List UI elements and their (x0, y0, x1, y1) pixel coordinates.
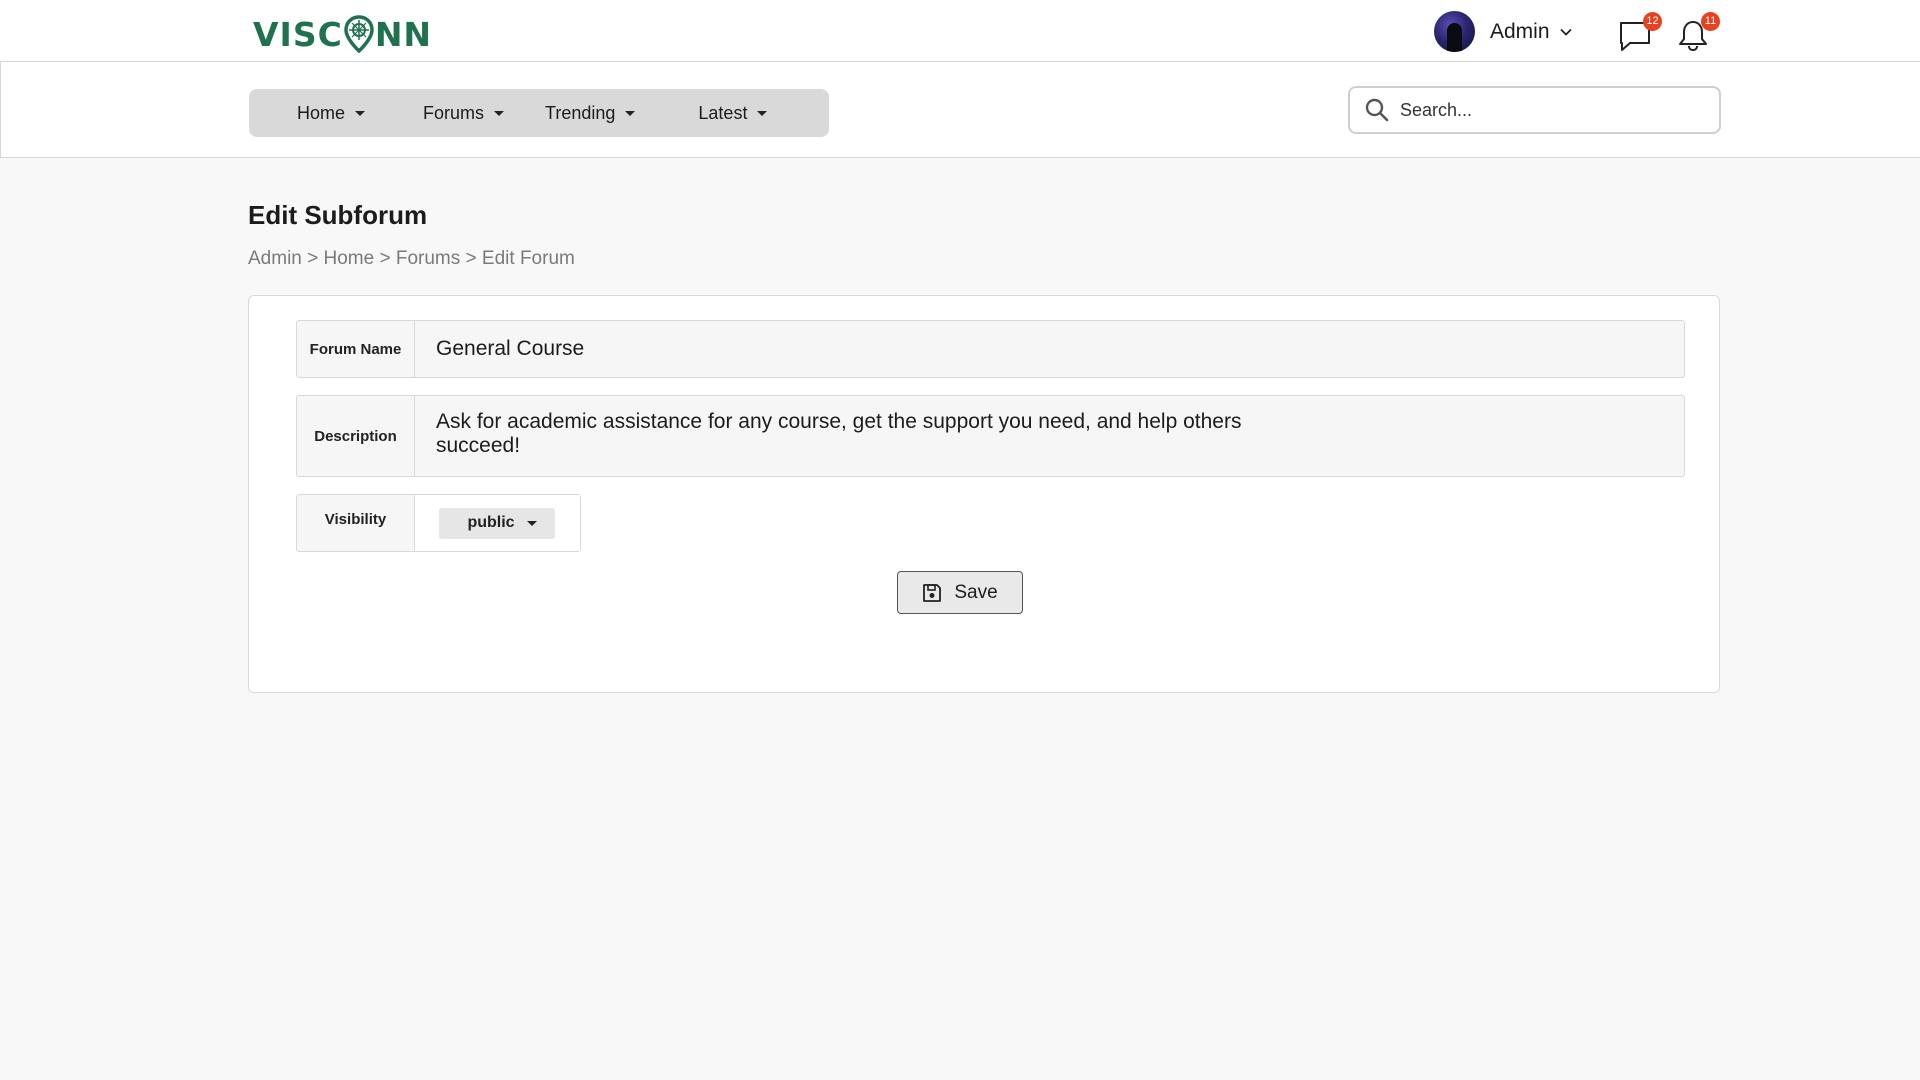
caret-down-icon (526, 520, 537, 526)
messages-badge: 12 (1643, 12, 1662, 31)
nav-item-label: Latest (698, 102, 748, 123)
breadcrumb-separator: > (460, 248, 482, 269)
description-label: Description (297, 396, 415, 476)
nav-item-forums[interactable]: Forums (423, 102, 505, 124)
search-icon (1365, 98, 1389, 122)
notifications-badge: 11 (1701, 12, 1720, 31)
location-pin-icon (344, 15, 374, 54)
main-nav: Home Forums Trending Latest (249, 89, 829, 137)
search-input[interactable] (1400, 99, 1700, 121)
nav-item-latest[interactable]: Latest (698, 102, 768, 124)
nav-item-label: Home (297, 102, 346, 123)
description-row: Description Ask for academic assistance … (296, 395, 1685, 477)
app-logo[interactable]: VISC NN (253, 14, 432, 54)
caret-down-icon (494, 110, 505, 116)
nav-item-home[interactable]: Home (297, 102, 366, 124)
nav-band: Home Forums Trending Latest (0, 62, 1920, 158)
visibility-selected-value: public (467, 514, 515, 531)
logo-text-left: VISC (253, 14, 343, 54)
page-title: Edit Subforum (248, 200, 428, 230)
breadcrumb-separator: > (301, 248, 324, 269)
top-header: VISC NN Admin 12 11 (0, 0, 1920, 62)
visibility-row: Visibility public (296, 494, 581, 552)
visibility-select[interactable]: public (439, 507, 555, 539)
search-box[interactable] (1348, 86, 1721, 134)
nav-item-trending[interactable]: Trending (545, 102, 636, 124)
breadcrumb-separator: > (374, 248, 396, 269)
floppy-disk-icon (923, 583, 942, 602)
visibility-label: Visibility (297, 495, 415, 551)
nav-item-label: Trending (545, 102, 616, 123)
caret-down-icon (625, 110, 636, 116)
user-menu[interactable]: Admin (1434, 11, 1572, 52)
breadcrumb-item-admin[interactable]: Admin (248, 248, 302, 270)
nav-item-label: Forums (423, 102, 485, 123)
caret-down-icon (355, 110, 366, 116)
breadcrumb-item-edit-forum: Edit Forum (481, 248, 575, 269)
messages-button[interactable]: 12 (1618, 12, 1662, 54)
visibility-cell: public (415, 495, 580, 551)
forum-name-label: Forum Name (297, 321, 415, 377)
chevron-down-icon (1559, 28, 1572, 36)
forum-name-row: Forum Name General Course (296, 320, 1685, 378)
avatar (1434, 11, 1475, 52)
description-field[interactable]: Ask for academic assistance for any cour… (415, 396, 1275, 476)
notifications-button[interactable]: 11 (1676, 12, 1720, 54)
save-button[interactable]: Save (897, 571, 1023, 614)
breadcrumb-item-home[interactable]: Home (324, 248, 375, 270)
user-name: Admin (1490, 19, 1550, 43)
breadcrumb: Admin > Home > Forums > Edit Forum (248, 248, 575, 270)
caret-down-icon (757, 110, 768, 116)
edit-forum-card: Forum Name General Course Description As… (248, 295, 1720, 693)
forum-name-field[interactable]: General Course (415, 321, 1684, 377)
breadcrumb-item-forums[interactable]: Forums (396, 248, 460, 270)
save-button-label: Save (954, 581, 998, 603)
logo-text-right: NN (374, 14, 433, 54)
